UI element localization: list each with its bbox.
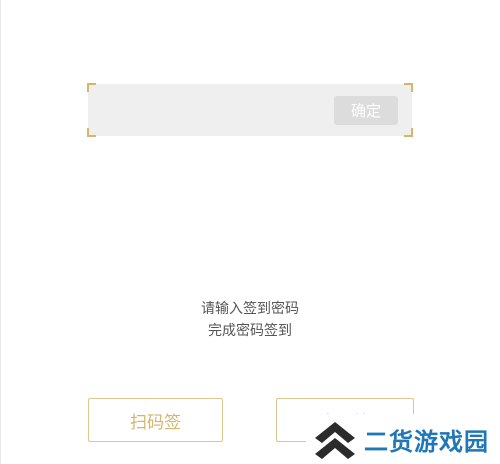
scan-sign-in-button[interactable]: 扫码签 bbox=[88, 398, 223, 442]
confirm-button[interactable]: 确定 bbox=[334, 96, 398, 125]
corner-bracket-top-right bbox=[404, 83, 413, 92]
watermark: 二货游戏园 bbox=[306, 414, 494, 464]
code-entry-panel: 确定 bbox=[87, 83, 413, 137]
instruction-line-2: 完成密码签到 bbox=[208, 323, 292, 339]
corner-bracket-top-left bbox=[87, 83, 96, 92]
instructions: 请输入签到密码 完成密码签到 bbox=[0, 298, 500, 342]
left-edge-divider bbox=[0, 0, 1, 464]
sign-in-code-input[interactable] bbox=[98, 94, 332, 128]
corner-bracket-bottom-left bbox=[87, 128, 96, 137]
corner-bracket-bottom-right bbox=[404, 128, 413, 137]
watermark-text: 二货游戏园 bbox=[364, 428, 489, 456]
instruction-line-1: 请输入签到密码 bbox=[201, 301, 299, 317]
double-chevron-up-icon bbox=[315, 422, 355, 459]
